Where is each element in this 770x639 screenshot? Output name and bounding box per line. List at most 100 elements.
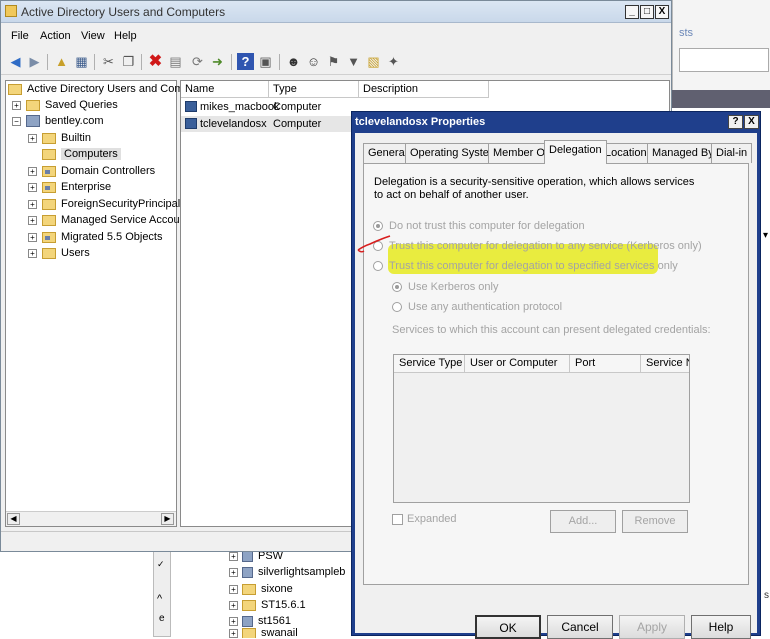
background-link[interactable]: sts bbox=[679, 27, 693, 39]
dialog-help-button[interactable]: ? bbox=[728, 115, 743, 129]
menu-action[interactable]: Action bbox=[40, 30, 71, 42]
properties-icon[interactable]: ▤ bbox=[167, 53, 184, 70]
expand-icon[interactable]: + bbox=[229, 600, 238, 610]
background-tree-item[interactable]: + silverlightsampleb bbox=[229, 564, 345, 580]
tab-location[interactable]: Location bbox=[600, 143, 652, 163]
computer-icon bbox=[185, 118, 197, 129]
row-type: Computer bbox=[273, 101, 322, 113]
tree-item-foreign-security-principals[interactable]: + ForeignSecurityPrincipals bbox=[28, 196, 186, 212]
expand-icon[interactable]: + bbox=[28, 166, 37, 176]
tree-item-label: Users bbox=[61, 247, 90, 259]
user-icon[interactable]: ☻ bbox=[285, 53, 302, 70]
expand-icon[interactable]: + bbox=[28, 248, 37, 258]
chevron-up-icon[interactable]: ^ bbox=[157, 593, 162, 605]
group-icon[interactable]: ⚑ bbox=[325, 53, 342, 70]
apply-button[interactable]: Apply bbox=[619, 615, 685, 639]
radio-kerberos-only[interactable] bbox=[392, 282, 402, 292]
tree-item-computers[interactable]: Computers bbox=[42, 146, 121, 162]
dialog-close-button[interactable]: X bbox=[744, 115, 759, 129]
ok-button[interactable]: OK bbox=[475, 615, 541, 639]
scroll-right-icon[interactable]: ▶ bbox=[161, 513, 174, 525]
expanded-checkbox[interactable] bbox=[392, 514, 403, 525]
menu-view[interactable]: View bbox=[81, 30, 105, 42]
background-tree-item[interactable]: + st1561 bbox=[229, 613, 291, 629]
tree-horizontal-scrollbar[interactable]: ◀ ▶ bbox=[6, 511, 176, 526]
tree-item-domain[interactable]: − bentley.com bbox=[12, 113, 104, 129]
tree-item-saved-queries[interactable]: + Saved Queries bbox=[12, 97, 118, 113]
help-button[interactable]: Help bbox=[691, 615, 751, 639]
folder-icon bbox=[42, 148, 56, 160]
tab-dial-in[interactable]: Dial-in bbox=[711, 143, 753, 163]
add-button[interactable]: Add... bbox=[550, 510, 616, 533]
mmc-icon[interactable]: ▣ bbox=[257, 53, 274, 70]
tree-item-label: bentley.com bbox=[45, 115, 104, 127]
minimize-button[interactable]: _ bbox=[625, 5, 639, 19]
menu-file[interactable]: File bbox=[11, 30, 29, 42]
tree-item-enterprise[interactable]: + Enterprise bbox=[28, 179, 111, 195]
tree-item-migrated-objects[interactable]: + Migrated 5.5 Objects bbox=[28, 229, 163, 245]
filter-icon[interactable]: ▼ bbox=[345, 53, 362, 70]
expand-icon[interactable]: + bbox=[229, 567, 238, 577]
expand-icon[interactable]: + bbox=[28, 133, 37, 143]
background-text-fragment: s bbox=[764, 590, 769, 601]
column-header-description[interactable]: Description bbox=[359, 81, 489, 98]
radio-any-protocol[interactable] bbox=[392, 302, 402, 312]
background-tree-item[interactable]: + ST15.6.1 bbox=[229, 597, 306, 613]
export-list-icon[interactable]: ➜ bbox=[209, 53, 226, 70]
forward-arrow-icon[interactable]: ▶ bbox=[26, 53, 43, 70]
menu-help[interactable]: Help bbox=[114, 30, 137, 42]
back-arrow-icon[interactable]: ◀ bbox=[7, 53, 24, 70]
folder-icon bbox=[42, 198, 56, 210]
maximize-button[interactable]: □ bbox=[640, 5, 654, 19]
background-tree-item[interactable]: + sixone bbox=[229, 581, 293, 597]
remove-button[interactable]: Remove bbox=[622, 510, 688, 533]
tree-item-managed-service-accounts[interactable]: + Managed Service Accounts bbox=[28, 212, 194, 228]
expand-icon[interactable]: + bbox=[229, 551, 238, 561]
help-icon[interactable]: ? bbox=[237, 53, 254, 70]
expand-icon[interactable]: + bbox=[229, 584, 238, 594]
grid-header-service-name[interactable]: Service N bbox=[641, 355, 689, 373]
show-tree-icon[interactable]: ▦ bbox=[73, 53, 90, 70]
scroll-left-icon[interactable]: ◀ bbox=[7, 513, 20, 525]
users-icon[interactable]: ☺ bbox=[305, 53, 322, 70]
expand-icon[interactable]: + bbox=[12, 100, 21, 110]
toolbar-separator bbox=[279, 54, 280, 70]
radio-no-trust[interactable] bbox=[373, 221, 383, 231]
folder-icon bbox=[242, 599, 256, 611]
delete-icon[interactable]: ✖ bbox=[147, 53, 164, 70]
toolbar: ◀ ▶ ▲ ▦ ✂ ❐ ✖ ▤ ⟳ ➜ ? ▣ ☻ ☺ ⚑ ▼ ▧ ✦ bbox=[1, 49, 671, 75]
tab-managed-by[interactable]: Managed By bbox=[647, 143, 719, 163]
tree-item-builtin[interactable]: + Builtin bbox=[28, 130, 91, 146]
expand-icon[interactable]: + bbox=[229, 628, 238, 638]
collapse-icon[interactable]: − bbox=[12, 116, 21, 126]
column-header-type[interactable]: Type bbox=[269, 81, 359, 98]
expand-icon[interactable]: + bbox=[28, 215, 37, 225]
tree-item-users[interactable]: + Users bbox=[28, 245, 90, 261]
scroll-up-icon[interactable]: ✓ bbox=[157, 559, 165, 570]
column-header-name[interactable]: Name bbox=[181, 81, 269, 98]
add-to-group-icon[interactable]: ✦ bbox=[385, 53, 402, 70]
background-tree-item[interactable]: + swanail bbox=[229, 628, 298, 638]
close-button[interactable]: X bbox=[655, 5, 669, 19]
up-folder-icon[interactable]: ▲ bbox=[53, 53, 70, 70]
expand-icon[interactable]: + bbox=[229, 616, 238, 626]
radio-trust-specified[interactable] bbox=[373, 261, 383, 271]
refresh-icon[interactable]: ⟳ bbox=[189, 53, 206, 70]
copy-icon[interactable]: ❐ bbox=[120, 53, 137, 70]
background-scrollbar[interactable]: ✓ ^ e bbox=[153, 550, 171, 637]
services-grid[interactable]: Service Type User or Computer Port Servi… bbox=[393, 354, 690, 503]
window-titlebar[interactable]: Active Directory Users and Computers _ □… bbox=[1, 1, 671, 23]
cancel-button[interactable]: Cancel bbox=[547, 615, 613, 639]
expand-icon[interactable]: + bbox=[28, 199, 37, 209]
tree-item-domain-controllers[interactable]: + Domain Controllers bbox=[28, 163, 155, 179]
tab-delegation[interactable]: Delegation bbox=[544, 140, 607, 164]
expand-icon[interactable]: + bbox=[28, 232, 37, 242]
tree-root[interactable]: Active Directory Users and Comput bbox=[8, 81, 199, 97]
cut-icon[interactable]: ✂ bbox=[100, 53, 117, 70]
grid-header-service-type[interactable]: Service Type bbox=[394, 355, 465, 373]
folder-icon bbox=[42, 132, 56, 144]
grid-header-port[interactable]: Port bbox=[570, 355, 641, 373]
ou-icon[interactable]: ▧ bbox=[365, 53, 382, 70]
grid-header-user-or-computer[interactable]: User or Computer bbox=[465, 355, 570, 373]
expand-icon[interactable]: + bbox=[28, 182, 37, 192]
